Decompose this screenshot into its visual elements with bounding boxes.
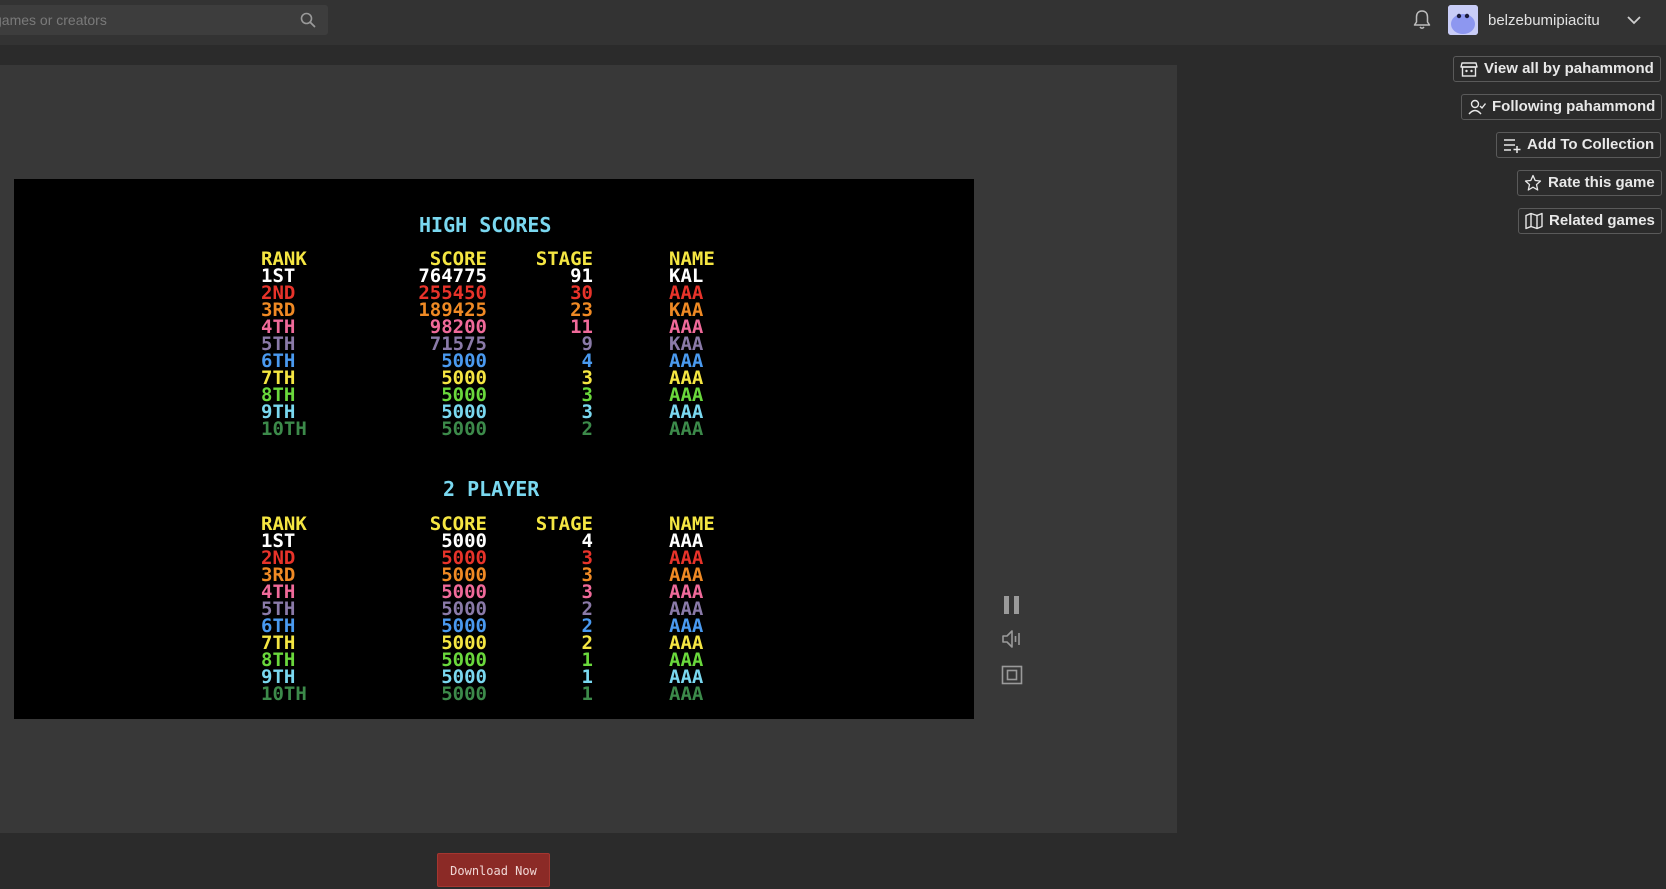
- table-row: 10TH 5000 2 AAA: [14, 418, 974, 440]
- table-row: 10TH 5000 1 AAA: [14, 683, 974, 705]
- table-row: 4TH 98200 11 AAA: [14, 318, 974, 337]
- name-cell: AAA: [669, 683, 704, 705]
- avatar[interactable]: [1448, 5, 1478, 35]
- search-input[interactable]: [0, 5, 290, 35]
- table-header-row: RANK SCORE STAGE NAME: [14, 515, 974, 534]
- table-row: 2ND 5000 3 AAA: [14, 549, 974, 568]
- add-collection-label: Add To Collection: [1527, 136, 1655, 153]
- table-row: 8TH 5000 3 AAA: [14, 386, 974, 405]
- chevron-down-icon[interactable]: [1626, 12, 1642, 28]
- rank-cell: 10TH: [261, 683, 307, 705]
- bottom-strip: [0, 833, 1177, 889]
- table-row: 2ND 255450 30 AAA: [14, 284, 974, 303]
- avatar-image: [1448, 5, 1478, 35]
- following-button[interactable]: Following pahammond: [1461, 94, 1663, 120]
- top-bar: belzebumipiacitu: [0, 0, 1666, 45]
- high-scores-title: HIGH SCORES: [419, 213, 552, 237]
- table-row: 7TH 5000 2 AAA: [14, 634, 974, 653]
- search-icon[interactable]: [300, 12, 316, 28]
- table-row: 5TH 5000 2 AAA: [14, 600, 974, 619]
- store-icon: [1460, 62, 1478, 77]
- table-row: 7TH 5000 3 AAA: [14, 369, 974, 388]
- star-icon: [1524, 174, 1542, 191]
- search-box: [0, 5, 328, 35]
- table-row: 3RD 189425 23 KAA: [14, 301, 974, 320]
- view-all-label: View all by pahammond: [1484, 60, 1654, 77]
- table-header-row: RANK SCORE STAGE NAME: [14, 250, 974, 269]
- volume-icon[interactable]: [1001, 628, 1023, 650]
- download-button[interactable]: Download Now: [437, 853, 550, 887]
- game-canvas[interactable]: HIGH SCORES RANK SCORE STAGE NAME 1ST 764775…: [14, 179, 974, 719]
- score-cell: 5000: [441, 683, 487, 705]
- rank-cell: 10TH: [261, 418, 307, 440]
- rate-button[interactable]: Rate this game: [1517, 170, 1662, 196]
- table-row: 6TH 5000 4 AAA: [14, 352, 974, 371]
- playlist-add-icon: [1504, 139, 1521, 153]
- table-row: 4TH 5000 3 AAA: [14, 583, 974, 602]
- table-row: 8TH 5000 1 AAA: [14, 651, 974, 670]
- score-cell: 5000: [441, 418, 487, 440]
- add-collection-button[interactable]: Add To Collection: [1496, 132, 1662, 158]
- table-row: 5TH 71575 9 KAA: [14, 335, 974, 354]
- following-label: Following pahammond: [1492, 98, 1656, 115]
- bell-icon[interactable]: [1412, 9, 1432, 31]
- related-games-button[interactable]: Related games: [1518, 208, 1662, 234]
- table-row: 9TH 5000 3 AAA: [14, 403, 974, 422]
- table-row: 3RD 5000 3 AAA: [14, 566, 974, 585]
- table-row: 9TH 5000 1 AAA: [14, 668, 974, 687]
- stage-cell: 2: [581, 418, 593, 440]
- rate-label: Rate this game: [1548, 174, 1655, 191]
- username[interactable]: belzebumipiacitu: [1488, 12, 1600, 29]
- table-row: 1ST 5000 4 AAA: [14, 532, 974, 551]
- stage-cell: 1: [581, 683, 593, 705]
- table-row: 1ST 764775 91 KAL: [14, 267, 974, 286]
- fullscreen-icon[interactable]: [1001, 664, 1023, 686]
- name-cell: AAA: [669, 418, 704, 440]
- two-player-title: 2 PLAYER: [443, 477, 540, 501]
- related-games-label: Related games: [1549, 212, 1655, 229]
- view-all-button[interactable]: View all by pahammond: [1453, 56, 1661, 82]
- pause-icon[interactable]: [1001, 594, 1023, 616]
- table-row: 6TH 5000 2 AAA: [14, 617, 974, 636]
- map-icon: [1525, 212, 1543, 230]
- user-check-icon: [1468, 99, 1486, 115]
